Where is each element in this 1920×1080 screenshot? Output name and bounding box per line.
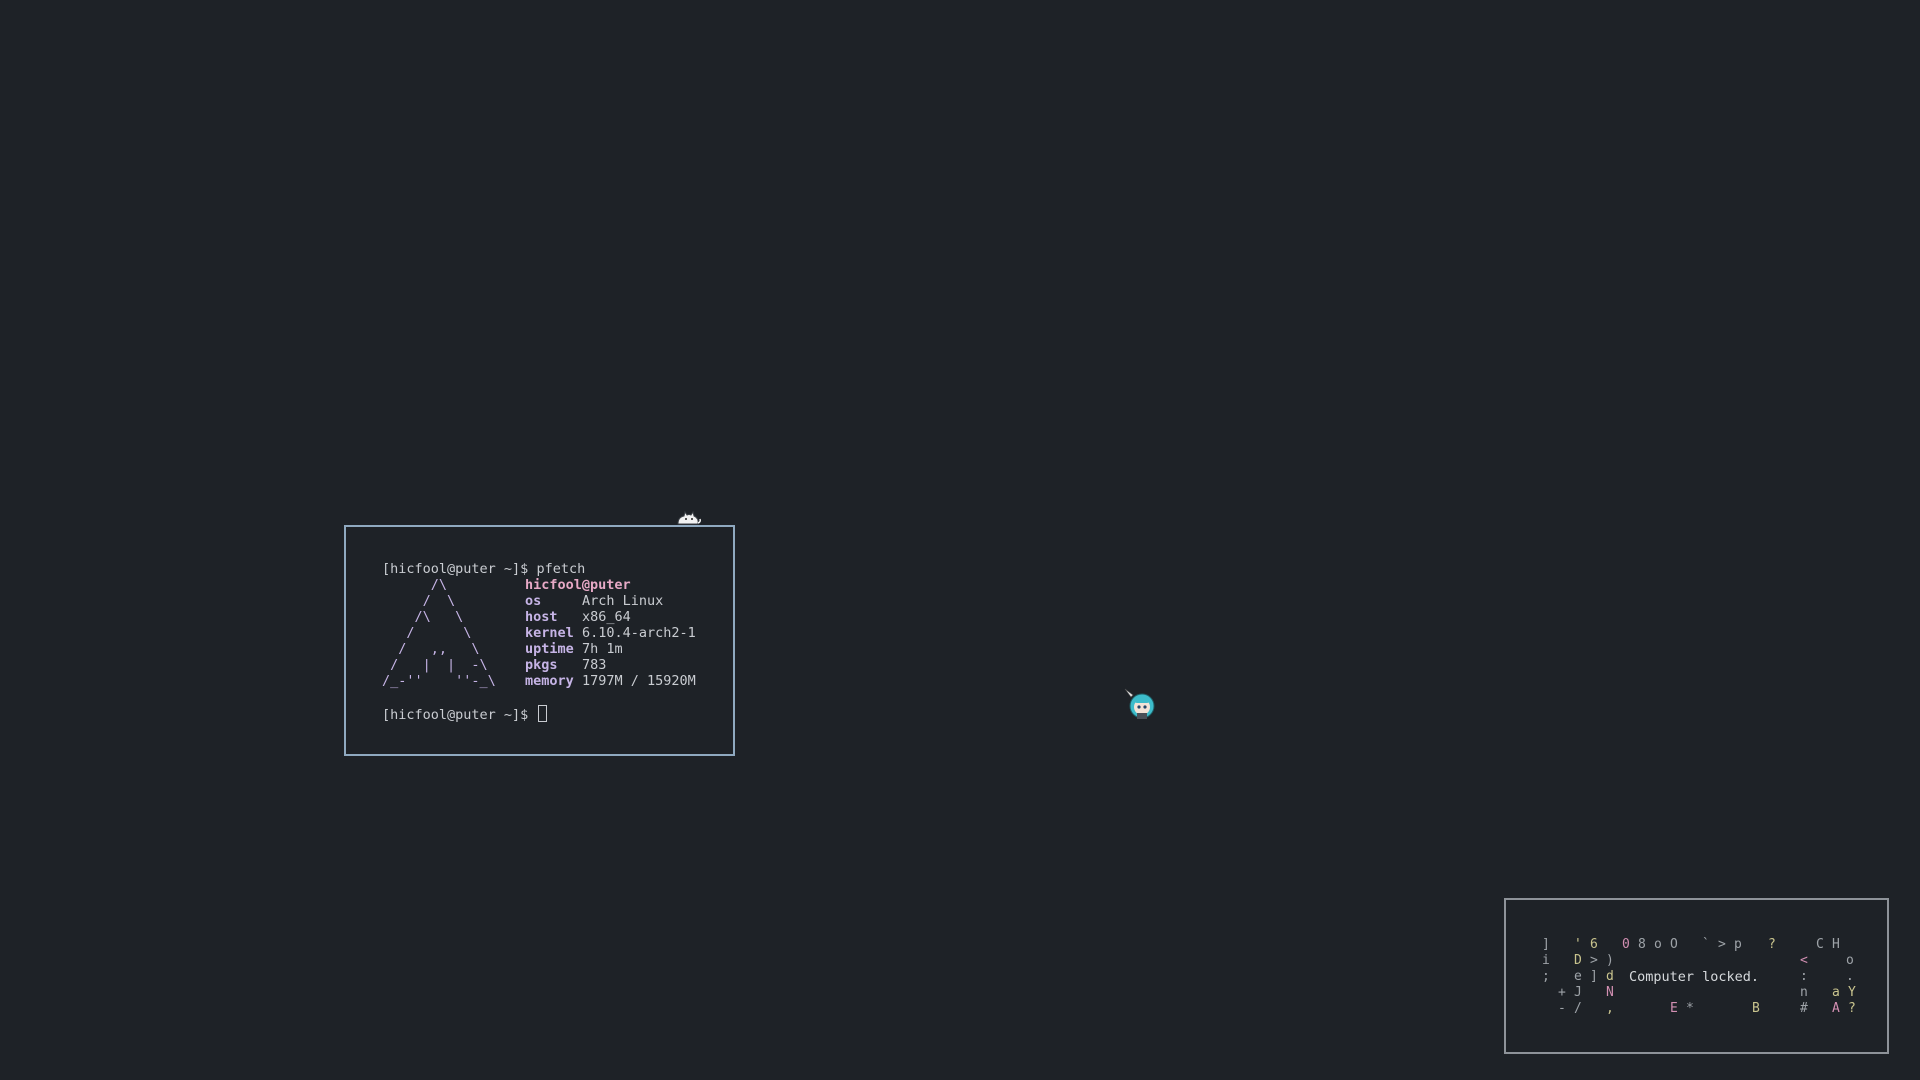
terminal-window[interactable]: [hicfool@puter ~]$ pfetch /\ hicfool@pute… xyxy=(344,525,735,756)
info-key: pkgs xyxy=(525,657,558,673)
lock-glyph: B xyxy=(1752,1001,1760,1016)
info-key: os xyxy=(525,593,542,609)
lock-glyph: 0 xyxy=(1622,937,1630,952)
arch-logo-line: /_-'' ''-_\ xyxy=(382,673,496,689)
mascot-sprite-icon xyxy=(1124,688,1155,719)
lock-message: Computer locked. xyxy=(1629,969,1760,985)
lock-glyph: ? xyxy=(1768,937,1776,952)
lock-glyph: + xyxy=(1558,985,1566,1000)
lock-glyph: ` xyxy=(1702,937,1710,952)
pfetch-row: / ,, \ uptime 7h 1m xyxy=(382,641,733,657)
pfetch-row: /_-'' ''-_\ memory 1797M / 15920M xyxy=(382,673,733,689)
lock-glyph: o xyxy=(1846,953,1854,968)
pfetch-row: /\ \ host x86_64 xyxy=(382,609,733,625)
lock-screen-panel: ] ' 6 0 8 o O ` > p? C Hi D >) < o; e] d:. + J Nn a Y - /, E * B # A?… xyxy=(1504,898,1889,1054)
pfetch-row: / \ os Arch Linux xyxy=(382,593,733,609)
lock-glyph: : xyxy=(1800,969,1808,984)
info-key: kernel xyxy=(525,625,574,641)
lock-glyph: H xyxy=(1832,937,1840,952)
info-value: x86_64 xyxy=(582,609,631,625)
pfetch-row: /\ hicfool@puter xyxy=(382,577,733,593)
lock-glyph: # xyxy=(1800,1001,1808,1016)
cat-sprite-icon xyxy=(677,510,701,525)
lock-glyph: 6 xyxy=(1590,937,1598,952)
info-value: 783 xyxy=(582,657,607,673)
text-cursor xyxy=(538,705,548,722)
arch-logo-line: / | | -\ xyxy=(382,657,488,673)
lock-glyph: > xyxy=(1718,937,1726,952)
arch-logo-line: / \ xyxy=(382,625,472,641)
lock-glyph: E xyxy=(1670,1001,1678,1016)
lock-glyph: ? xyxy=(1848,1001,1856,1016)
lock-glyph: . xyxy=(1846,969,1854,984)
lock-glyph: p xyxy=(1734,937,1742,952)
lock-glyph: / xyxy=(1574,1001,1582,1016)
info-key: host xyxy=(525,609,558,625)
lock-glyph: J xyxy=(1574,985,1582,1000)
command-line: [hicfool@puter ~]$ pfetch xyxy=(382,561,733,577)
lock-glyph: , xyxy=(1606,1001,1614,1016)
shell-prompt: [hicfool@puter ~]$ xyxy=(382,561,529,577)
lock-glyph: * xyxy=(1686,1001,1694,1016)
desktop-background: [hicfool@puter ~]$ pfetch /\ hicfool@pute… xyxy=(0,0,1920,1080)
lock-glyph: e xyxy=(1574,969,1582,984)
lock-glyph: d xyxy=(1606,969,1614,984)
command-text: pfetch xyxy=(536,561,586,577)
info-key: uptime xyxy=(525,641,574,657)
shell-prompt: [hicfool@puter ~]$ xyxy=(382,707,529,723)
arch-logo-line: / \ xyxy=(382,593,456,609)
lock-glyph: ) xyxy=(1606,953,1614,968)
lock-glyph: ; xyxy=(1542,969,1550,984)
arch-logo-line: /\ xyxy=(382,577,448,593)
userhost-label: hicfool@puter xyxy=(525,577,631,593)
lock-glyph: D xyxy=(1574,953,1582,968)
info-key: memory xyxy=(525,673,574,689)
input-line[interactable]: [hicfool@puter ~]$ xyxy=(382,705,733,723)
lock-glyph: C xyxy=(1816,937,1824,952)
lock-glyph: Y xyxy=(1848,985,1856,1000)
arch-logo-line: / ,, \ xyxy=(382,641,480,657)
lock-glyph: ' xyxy=(1574,937,1582,952)
lock-glyph: n xyxy=(1800,985,1808,1000)
info-value: 7h 1m xyxy=(582,641,623,657)
info-value: 1797M / 15920M xyxy=(582,673,696,689)
info-value: 6.10.4-arch2-1 xyxy=(582,625,696,641)
lock-glyph: 8 xyxy=(1638,937,1646,952)
lock-glyph: < xyxy=(1800,953,1808,968)
lock-glyph: A xyxy=(1832,1001,1840,1016)
pfetch-row: / \ kernel 6.10.4-arch2-1 xyxy=(382,625,733,641)
lock-glyph: o xyxy=(1654,937,1662,952)
lock-glyph: a xyxy=(1832,985,1840,1000)
lock-glyph: i xyxy=(1542,953,1550,968)
arch-logo-line: /\ \ xyxy=(382,609,464,625)
lock-glyph: O xyxy=(1670,937,1678,952)
lock-glyph: > xyxy=(1590,953,1598,968)
lock-glyph: N xyxy=(1606,985,1614,1000)
info-value: Arch Linux xyxy=(582,593,664,609)
lock-glyph: - xyxy=(1558,1001,1566,1016)
lock-glyph: ] xyxy=(1590,969,1598,984)
lock-glyph: ] xyxy=(1542,937,1550,952)
pfetch-row: / | | -\ pkgs 783 xyxy=(382,657,733,673)
